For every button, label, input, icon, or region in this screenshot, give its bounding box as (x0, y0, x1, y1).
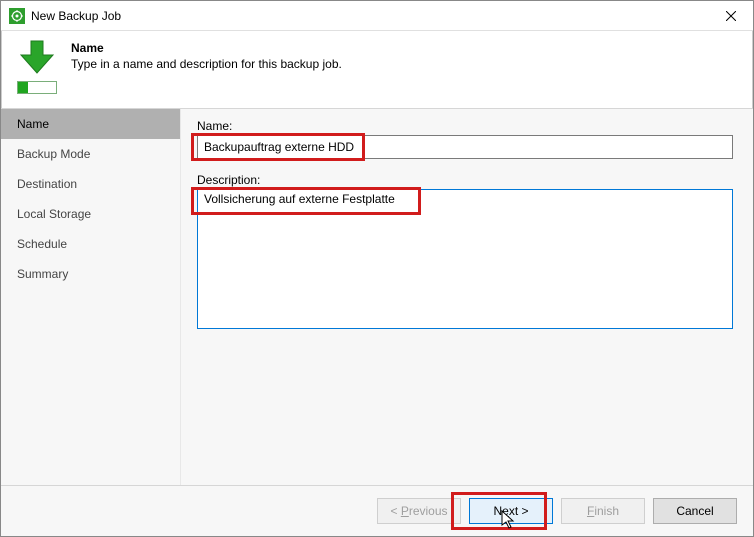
description-field-block: Description: (197, 173, 733, 332)
header-icon-column (17, 39, 57, 94)
btn-rest: xt > (509, 504, 529, 518)
sidebar-item-label: Schedule (17, 237, 67, 251)
progress-fill (18, 82, 28, 93)
name-field-block: Name: (197, 119, 733, 159)
mnemonic: e (502, 504, 509, 518)
wizard-body: Name Backup Mode Destination Local Stora… (1, 109, 753, 485)
description-input[interactable] (197, 189, 733, 329)
next-button[interactable]: Next > (469, 498, 553, 524)
wizard-content: Name: Description: (181, 109, 753, 485)
titlebar: New Backup Job (1, 1, 753, 31)
sidebar-item-backup-mode[interactable]: Backup Mode (1, 139, 180, 169)
header-title: Name (71, 41, 737, 55)
header-text: Name Type in a name and description for … (71, 39, 737, 71)
sidebar-item-label: Local Storage (17, 207, 91, 221)
sidebar-item-label: Name (17, 117, 49, 131)
sidebar-item-local-storage[interactable]: Local Storage (1, 199, 180, 229)
wizard-header: Name Type in a name and description for … (1, 31, 753, 109)
sidebar-item-label: Destination (17, 177, 77, 191)
name-label: Name: (197, 119, 733, 133)
sidebar-item-schedule[interactable]: Schedule (1, 229, 180, 259)
btn-label: Cancel (676, 504, 713, 518)
wizard-footer: < Previous Next > Finish Cancel (1, 485, 753, 536)
sidebar-item-destination[interactable]: Destination (1, 169, 180, 199)
btn-rest: inish (594, 504, 619, 518)
sidebar-item-name[interactable]: Name (1, 109, 180, 139)
previous-button: < Previous (377, 498, 461, 524)
mnemonic: P (401, 504, 409, 518)
sidebar-item-label: Backup Mode (17, 147, 90, 161)
app-icon (9, 8, 25, 24)
btn-first: N (493, 504, 502, 518)
window-title: New Backup Job (31, 9, 708, 23)
window: New Backup Job Name Type in a name and d… (0, 0, 754, 537)
sidebar-item-label: Summary (17, 267, 68, 281)
wizard-sidebar: Name Backup Mode Destination Local Stora… (1, 109, 181, 485)
sidebar-item-summary[interactable]: Summary (1, 259, 180, 289)
description-label: Description: (197, 173, 733, 187)
close-button[interactable] (708, 1, 753, 31)
header-subtitle: Type in a name and description for this … (71, 57, 737, 71)
download-arrow-icon (17, 39, 57, 75)
cancel-button[interactable]: Cancel (653, 498, 737, 524)
btn-rest: revious (409, 504, 448, 518)
progress-indicator (17, 81, 57, 94)
name-input[interactable] (197, 135, 733, 159)
finish-button: Finish (561, 498, 645, 524)
